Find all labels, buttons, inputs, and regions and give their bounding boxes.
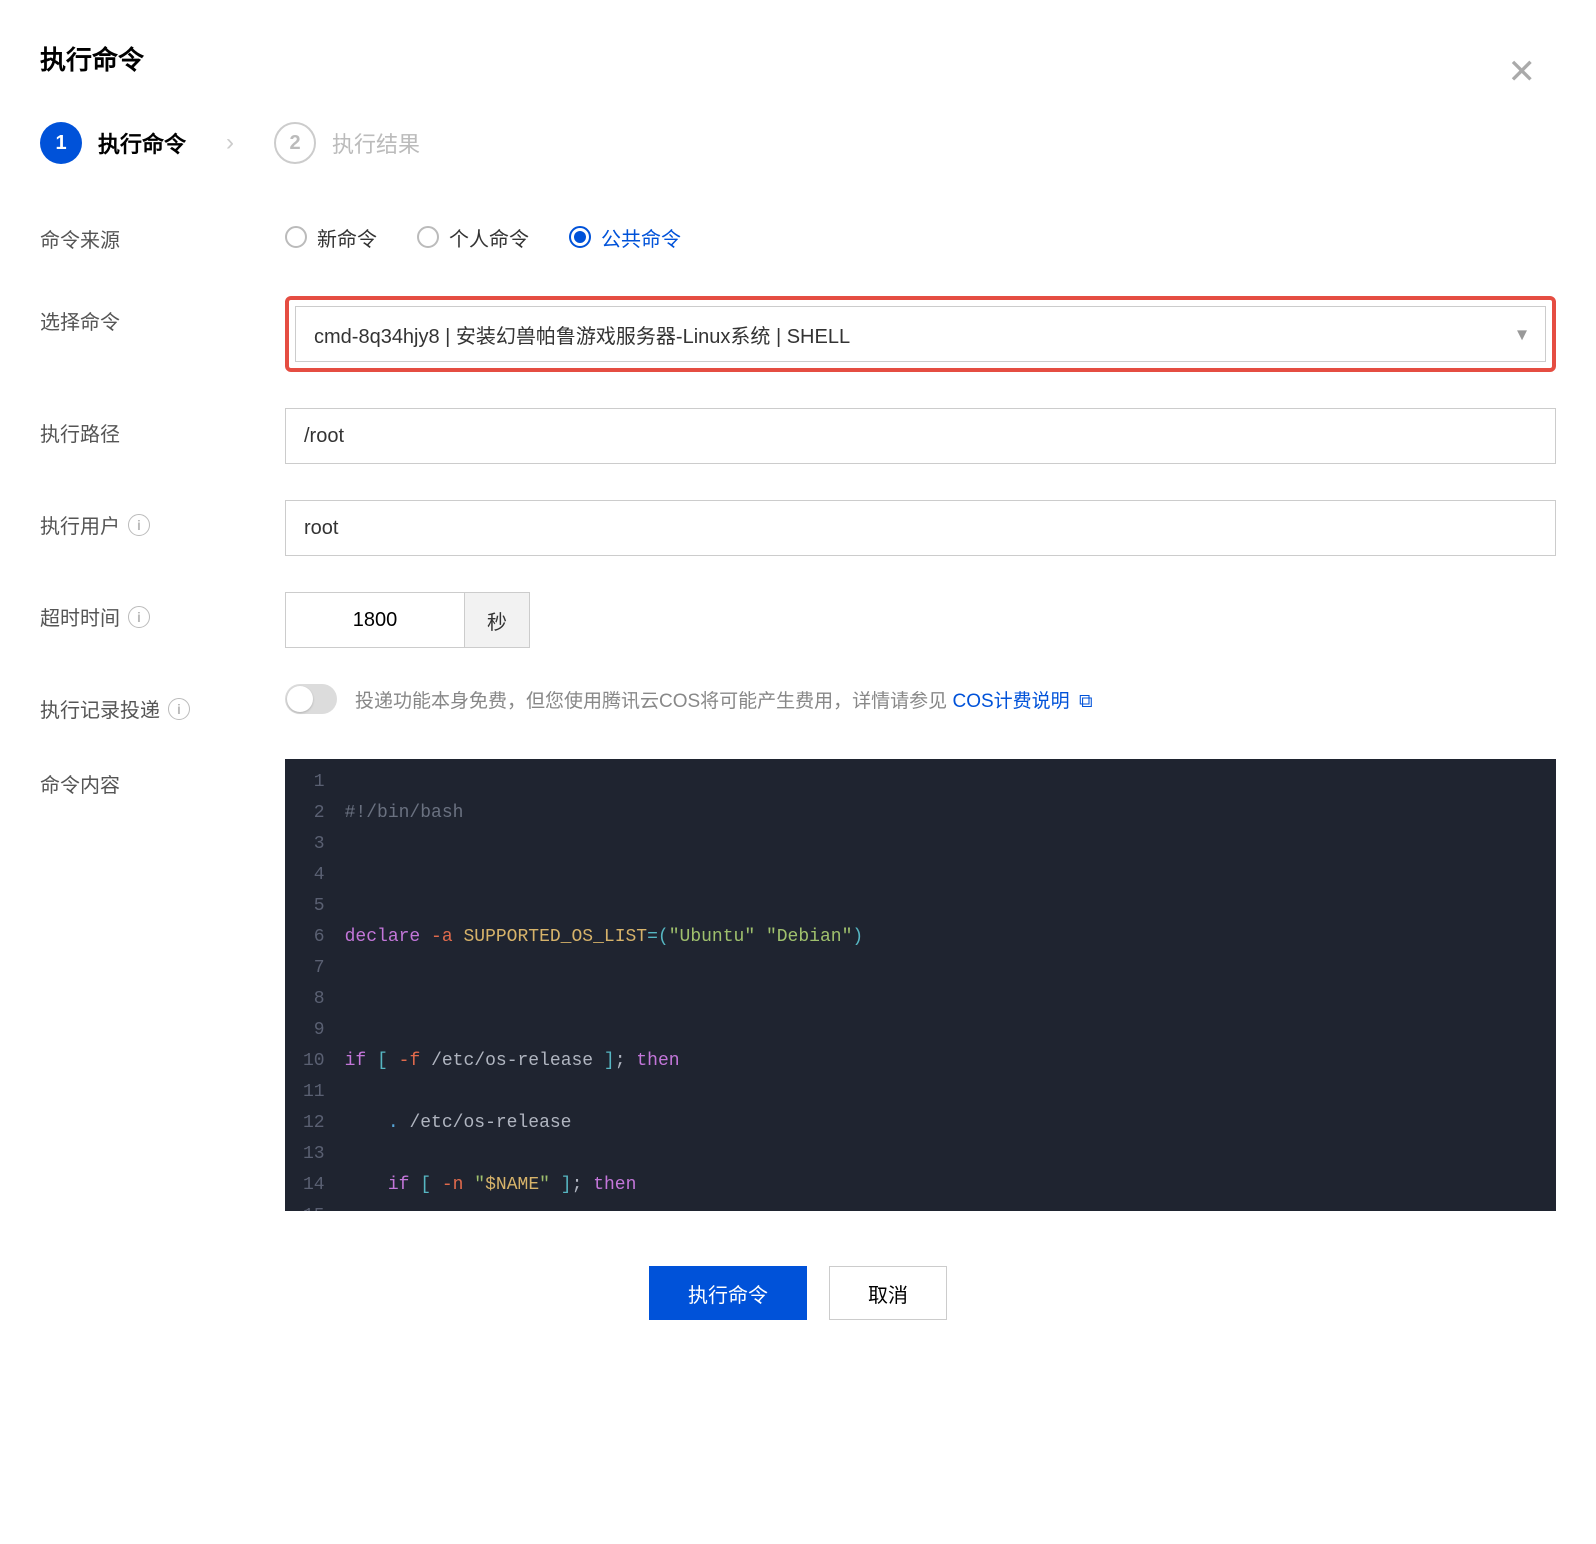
label-exec-path: 执行路径 bbox=[40, 408, 285, 447]
cos-pricing-link[interactable]: COS计费说明 bbox=[952, 691, 1069, 712]
label-command-source: 命令来源 bbox=[40, 214, 285, 253]
steps-nav: 1 执行命令 › 2 执行结果 bbox=[40, 122, 1556, 164]
execute-command-dialog: 执行命令 ✕ 1 执行命令 › 2 执行结果 命令来源 新命令 个人命令 bbox=[0, 0, 1596, 1375]
label-log-delivery: 执行记录投递 i bbox=[40, 684, 285, 723]
info-icon[interactable]: i bbox=[128, 606, 150, 628]
select-command-dropdown[interactable]: cmd-8q34hjy8 | 安装幻兽帕鲁游戏服务器-Linux系统 | SHE… bbox=[295, 306, 1546, 362]
exec-user-input[interactable] bbox=[285, 500, 1556, 556]
log-delivery-hint: 投递功能本身免费，但您使用腾讯云COS将可能产生费用，详情请参见 COS计费说明… bbox=[355, 686, 1093, 713]
dialog-title: 执行命令 bbox=[40, 40, 1556, 77]
caret-down-icon: ▾ bbox=[1517, 322, 1527, 347]
radio-public-command[interactable]: 公共命令 bbox=[569, 223, 681, 252]
step-label: 执行命令 bbox=[98, 127, 186, 159]
select-value: cmd-8q34hjy8 | 安装幻兽帕鲁游戏服务器-Linux系统 | SHE… bbox=[314, 320, 850, 349]
timeout-input[interactable] bbox=[285, 592, 465, 648]
radio-new-command[interactable]: 新命令 bbox=[285, 223, 377, 252]
submit-button[interactable]: 执行命令 bbox=[649, 1266, 807, 1320]
label-command-content: 命令内容 bbox=[40, 759, 285, 798]
info-icon[interactable]: i bbox=[128, 514, 150, 536]
step-number: 1 bbox=[40, 122, 82, 164]
timeout-unit: 秒 bbox=[465, 592, 530, 648]
cancel-button[interactable]: 取消 bbox=[829, 1266, 947, 1320]
info-icon[interactable]: i bbox=[168, 698, 190, 720]
label-exec-user: 执行用户 i bbox=[40, 500, 285, 539]
step-number: 2 bbox=[274, 122, 316, 164]
chevron-right-icon: › bbox=[226, 129, 234, 157]
dialog-footer: 执行命令 取消 bbox=[40, 1266, 1556, 1320]
code-editor[interactable]: 123456789101112131415161718 #!/bin/bash … bbox=[285, 759, 1556, 1211]
exec-path-input[interactable] bbox=[285, 408, 1556, 464]
external-link-icon: ⧉ bbox=[1079, 691, 1093, 712]
step-label: 执行结果 bbox=[332, 127, 420, 159]
code-content: #!/bin/bash declare -a SUPPORTED_OS_LIST… bbox=[335, 759, 1556, 1211]
close-icon[interactable]: ✕ bbox=[1508, 55, 1537, 89]
highlight-frame: cmd-8q34hjy8 | 安装幻兽帕鲁游戏服务器-Linux系统 | SHE… bbox=[285, 296, 1556, 372]
label-select-command: 选择命令 bbox=[40, 296, 285, 335]
label-timeout: 超时时间 i bbox=[40, 592, 285, 631]
log-delivery-toggle[interactable] bbox=[285, 684, 337, 714]
command-source-radio-group: 新命令 个人命令 公共命令 bbox=[285, 214, 1556, 260]
step-execute-command[interactable]: 1 执行命令 bbox=[40, 122, 186, 164]
step-execute-result[interactable]: 2 执行结果 bbox=[274, 122, 420, 164]
line-gutter: 123456789101112131415161718 bbox=[285, 759, 335, 1211]
radio-personal-command[interactable]: 个人命令 bbox=[417, 223, 529, 252]
